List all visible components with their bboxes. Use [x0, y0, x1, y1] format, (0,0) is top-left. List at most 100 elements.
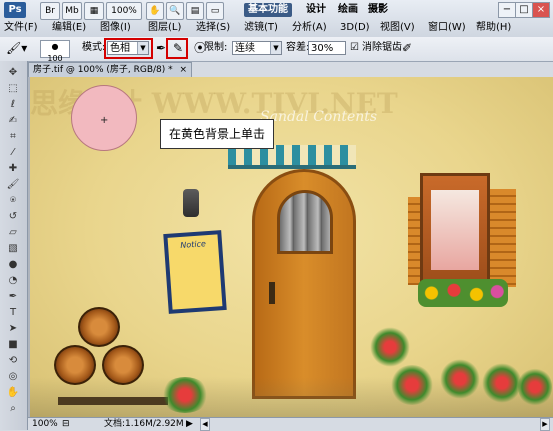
gradient-tool-icon[interactable]: ▧	[3, 241, 23, 256]
status-menu-arrow-icon[interactable]: ▶	[186, 418, 193, 431]
door-window	[277, 190, 333, 254]
canvas-area: 思缘设计 WWW.TIVI.NET Sandal Contents Notice…	[28, 77, 553, 417]
bridge-button[interactable]: Br	[40, 2, 60, 20]
photoshop-logo: Ps	[4, 2, 26, 18]
door-handle	[269, 282, 275, 304]
zoom-level-button[interactable]: 100%	[106, 2, 142, 20]
crop-tool-icon[interactable]: ⌗	[3, 129, 23, 144]
notice-board: Notice	[163, 230, 227, 314]
healing-brush-tool-icon[interactable]: ✚	[3, 161, 23, 176]
window-glass	[431, 190, 479, 270]
instruction-callout: 在黄色背景上单击	[160, 119, 274, 149]
limits-select[interactable]: 连续 ▼	[232, 41, 282, 55]
zoom-icon[interactable]: 🔍	[166, 2, 184, 20]
status-zoom[interactable]: 100%	[32, 418, 58, 431]
mode-highlight-box	[104, 38, 153, 59]
mini-bridge-button[interactable]: Mb	[62, 2, 82, 20]
menu-bar: Ps Br Mb ▦ 100% ✋ 🔍 ▤ ▭ 基本功能 设计 绘画 摄影 − …	[0, 0, 553, 38]
minimize-button[interactable]: −	[498, 2, 516, 18]
workspace-design[interactable]: 设计	[306, 3, 326, 17]
brush-preset-icon[interactable]: 🖌▾	[6, 41, 27, 55]
clone-stamp-tool-icon[interactable]: ⍟	[3, 193, 23, 208]
image-canvas[interactable]: 思缘设计 WWW.TIVI.NET Sandal Contents Notice…	[30, 77, 553, 417]
brush-size-picker[interactable]: ● 100	[40, 40, 70, 63]
eyedropper-tool-icon[interactable]: ⁄	[3, 145, 23, 160]
dodge-tool-icon[interactable]: ◔	[3, 273, 23, 288]
hand-tool-icon[interactable]: ✋	[3, 385, 23, 400]
options-bar: 🖌▾ ● 100 模式: 色相 ▼ ✒ ✎ ⦿ 限制: 连续 ▼ 容差: 30% …	[0, 37, 553, 63]
menu-edit[interactable]: 编辑(E)	[52, 22, 86, 34]
menu-image[interactable]: 图像(I)	[100, 22, 131, 34]
path-select-tool-icon[interactable]: ➤	[3, 321, 23, 336]
menu-help[interactable]: 帮助(H)	[476, 22, 511, 34]
document-tab[interactable]: 房子.tif @ 100% (房子, RGB/8) * ×	[28, 62, 193, 77]
workspace-painting[interactable]: 绘画	[338, 3, 358, 17]
close-icon[interactable]: ×	[180, 65, 188, 75]
document-title: 房子.tif @ 100% (房子, RGB/8) *	[33, 65, 173, 75]
menu-select[interactable]: 选择(S)	[196, 22, 230, 34]
crosshair-icon: +	[100, 115, 109, 126]
wooden-bench	[58, 397, 168, 405]
history-brush-tool-icon[interactable]: ↺	[3, 209, 23, 224]
zoom-tool-icon[interactable]: ⌕	[3, 401, 23, 416]
eraser-tool-icon[interactable]: ▱	[3, 225, 23, 240]
flower-pot	[390, 365, 434, 405]
limits-value: 连续	[235, 43, 255, 54]
tolerance-value: 30%	[311, 43, 334, 54]
menu-file[interactable]: 文件(F)	[4, 22, 38, 34]
barrel-left	[54, 345, 96, 385]
tolerance-input[interactable]: 30%	[308, 41, 346, 55]
3d-orbit-tool-icon[interactable]: ◎	[3, 369, 23, 384]
screen-mode-button[interactable]: ▭	[206, 2, 224, 20]
menu-3d[interactable]: 3D(D)	[340, 22, 370, 34]
house-window	[420, 173, 490, 293]
pen-tool-icon[interactable]: ✒	[3, 289, 23, 304]
flower-pot	[370, 327, 410, 367]
limits-label: 限制:	[204, 42, 228, 53]
marquee-tool-icon[interactable]: ⬚	[3, 81, 23, 96]
pen-pressure-icon[interactable]: ✐	[402, 41, 412, 55]
scroll-left-button[interactable]: ◀	[200, 418, 210, 431]
barrel-right	[102, 345, 144, 385]
tool-highlight-box	[166, 38, 188, 59]
view-extras-button[interactable]: ▦	[84, 2, 104, 20]
airbrush-icon[interactable]: ✒	[156, 41, 166, 55]
wooden-door	[252, 169, 356, 399]
chevron-down-icon: ▼	[270, 42, 281, 54]
move-tool-icon[interactable]: ✥	[3, 65, 23, 80]
wall-lamp	[183, 189, 199, 217]
menu-filter[interactable]: 滤镜(T)	[244, 22, 278, 34]
blur-tool-icon[interactable]: ●	[3, 257, 23, 272]
3d-rotate-tool-icon[interactable]: ⟲	[3, 353, 23, 368]
type-tool-icon[interactable]: T	[3, 305, 23, 320]
antialias-checkbox[interactable]: ☑	[350, 41, 359, 55]
window-shutter-right	[490, 189, 516, 287]
quick-select-tool-icon[interactable]: ✍	[3, 113, 23, 128]
tolerance-label: 容差:	[286, 42, 310, 53]
close-button[interactable]: ×	[532, 2, 550, 18]
window-flower-box	[418, 279, 508, 307]
menu-layer[interactable]: 图层(L)	[148, 22, 181, 34]
scroll-right-button[interactable]: ▶	[540, 418, 550, 431]
brush-tool-icon[interactable]: 🖌	[3, 177, 23, 192]
toolbox: ✥ ⬚ ℓ ✍ ⌗ ⁄ ✚ 🖌 ⍟ ↺ ▱ ▧ ● ◔ ✒ T ➤ ■ ⟲ ◎ …	[0, 61, 28, 430]
menu-analysis[interactable]: 分析(A)	[292, 22, 327, 34]
maximize-button[interactable]: □	[515, 2, 533, 18]
notice-title: Notice	[180, 239, 207, 250]
watermark-subtitle: Sandal Contents	[260, 109, 378, 125]
workspace-photography[interactable]: 摄影	[368, 3, 388, 17]
flower-pot	[160, 377, 210, 413]
workspace-essentials[interactable]: 基本功能	[244, 3, 292, 17]
lasso-tool-icon[interactable]: ℓ	[3, 97, 23, 112]
barrel-top	[78, 307, 120, 347]
menu-window[interactable]: 窗口(W)	[428, 22, 466, 34]
flower-pot	[518, 367, 552, 407]
mode-label: 模式:	[82, 42, 106, 53]
menu-view[interactable]: 视图(V)	[380, 22, 415, 34]
shape-tool-icon[interactable]: ■	[3, 337, 23, 352]
status-bar: 100% ⊟ 文档:1.16M/2.92M ▶ ◀ ▶	[28, 417, 553, 431]
antialias-label: 消除锯齿	[362, 42, 402, 53]
arrange-documents-button[interactable]: ▤	[186, 2, 204, 20]
hand-icon[interactable]: ✋	[146, 2, 164, 20]
status-icon: ⊟	[62, 419, 70, 429]
